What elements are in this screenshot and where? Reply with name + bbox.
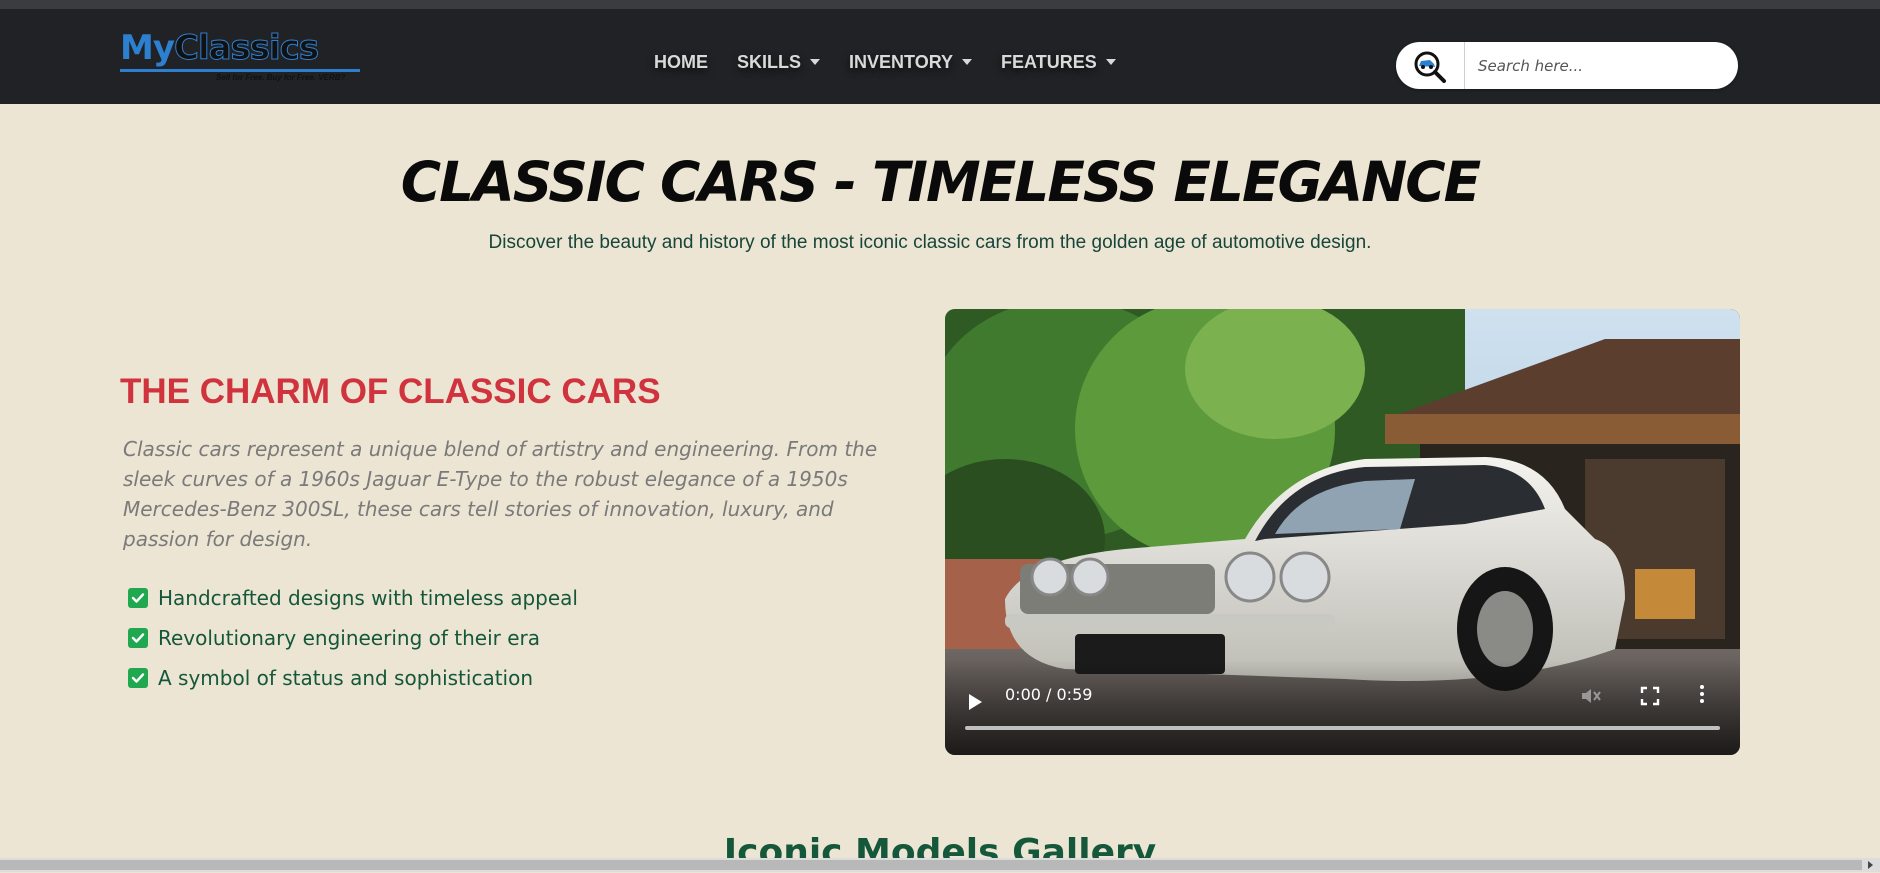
checkbox-checked-icon	[128, 588, 148, 608]
section-title: THE CHARM OF CLASSIC CARS	[120, 372, 661, 411]
logo-tagline: Sell for Free. Buy for Free. VERB?	[216, 73, 346, 82]
logo-underline	[120, 69, 360, 72]
search-car-icon	[1414, 51, 1446, 83]
search-bar	[1396, 42, 1738, 89]
feature-checklist: Handcrafted designs with timeless appeal…	[128, 578, 578, 698]
site-logo[interactable]: MyClassics Sell for Free. Buy for Free. …	[120, 31, 370, 87]
list-item: Revolutionary engineering of their era	[128, 618, 578, 658]
nav-item-label: FEATURES	[1001, 51, 1097, 72]
list-item-text: Revolutionary engineering of their era	[158, 626, 540, 650]
nav-item-skills[interactable]: SKILLS	[737, 51, 821, 73]
fullscreen-icon[interactable]	[1640, 686, 1660, 706]
nav-item-label: INVENTORY	[849, 51, 954, 72]
logo-my: My	[120, 28, 175, 68]
chevron-down-icon	[810, 59, 821, 65]
mute-icon[interactable]	[1580, 686, 1602, 706]
main-nav: HOME SKILLS INVENTORY FEATURES	[654, 44, 1145, 80]
video-progress-bar[interactable]	[965, 726, 1720, 730]
video-time: 0:00 / 0:59	[1005, 685, 1093, 704]
list-item: Handcrafted designs with timeless appeal	[128, 578, 578, 618]
page-title: CLASSIC CARS - TIMELESS ELEGANCE	[400, 150, 1481, 214]
logo-classics: Classics	[173, 28, 319, 68]
more-options-icon[interactable]	[1699, 685, 1705, 707]
scrollbar-thumb[interactable]	[0, 860, 1862, 870]
list-item: A symbol of status and sophistication	[128, 658, 578, 698]
nav-item-label: SKILLS	[737, 51, 802, 72]
video-player[interactable]: 0:00 / 0:59	[945, 309, 1740, 755]
checkbox-checked-icon	[128, 628, 148, 648]
nav-item-inventory[interactable]: INVENTORY	[849, 51, 973, 73]
checkbox-checked-icon	[128, 668, 148, 688]
nav-item-features[interactable]: FEATURES	[1001, 52, 1116, 73]
horizontal-scrollbar[interactable]	[0, 858, 1880, 872]
play-icon[interactable]	[969, 694, 982, 710]
search-input[interactable]	[1466, 42, 1726, 89]
chevron-down-icon	[962, 59, 973, 65]
search-button[interactable]	[1396, 42, 1465, 89]
list-item-text: A symbol of status and sophistication	[158, 666, 534, 690]
nav-item-label: HOME	[654, 51, 708, 72]
scroll-right-icon[interactable]	[1868, 861, 1873, 869]
video-controls	[945, 660, 1740, 755]
site-header: MyClassics Sell for Free. Buy for Free. …	[0, 9, 1880, 104]
browser-top-strip	[0, 0, 1880, 9]
list-item-text: Handcrafted designs with timeless appeal	[158, 586, 578, 610]
page-subtitle: Discover the beauty and history of the m…	[488, 232, 1372, 253]
nav-item-home[interactable]: HOME	[654, 52, 708, 73]
logo-wordmark: MyClassics	[120, 28, 320, 68]
chevron-down-icon	[1105, 59, 1116, 65]
section-body: Classic cars represent a unique blend of…	[123, 437, 878, 551]
